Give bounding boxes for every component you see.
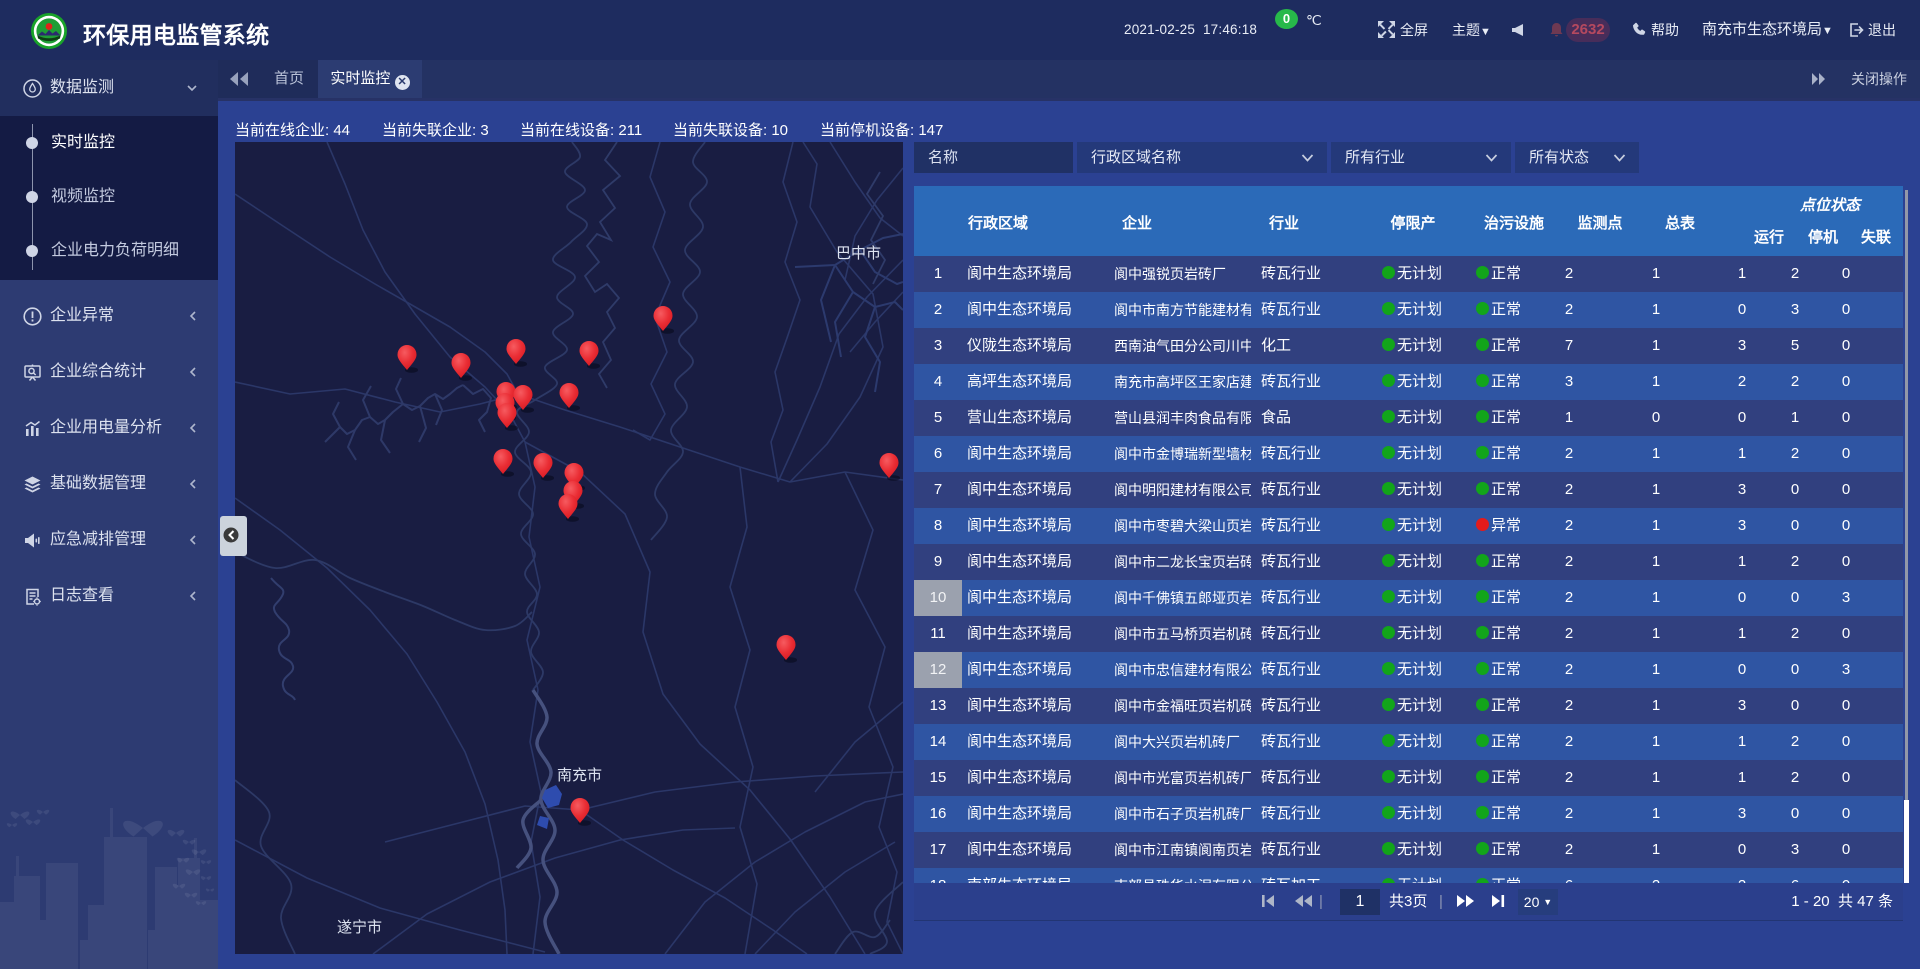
svg-text:南充市: 南充市 — [557, 767, 602, 784]
svg-text:遂宁市: 遂宁市 — [337, 919, 382, 936]
svg-text:巴中市: 巴中市 — [836, 245, 881, 262]
